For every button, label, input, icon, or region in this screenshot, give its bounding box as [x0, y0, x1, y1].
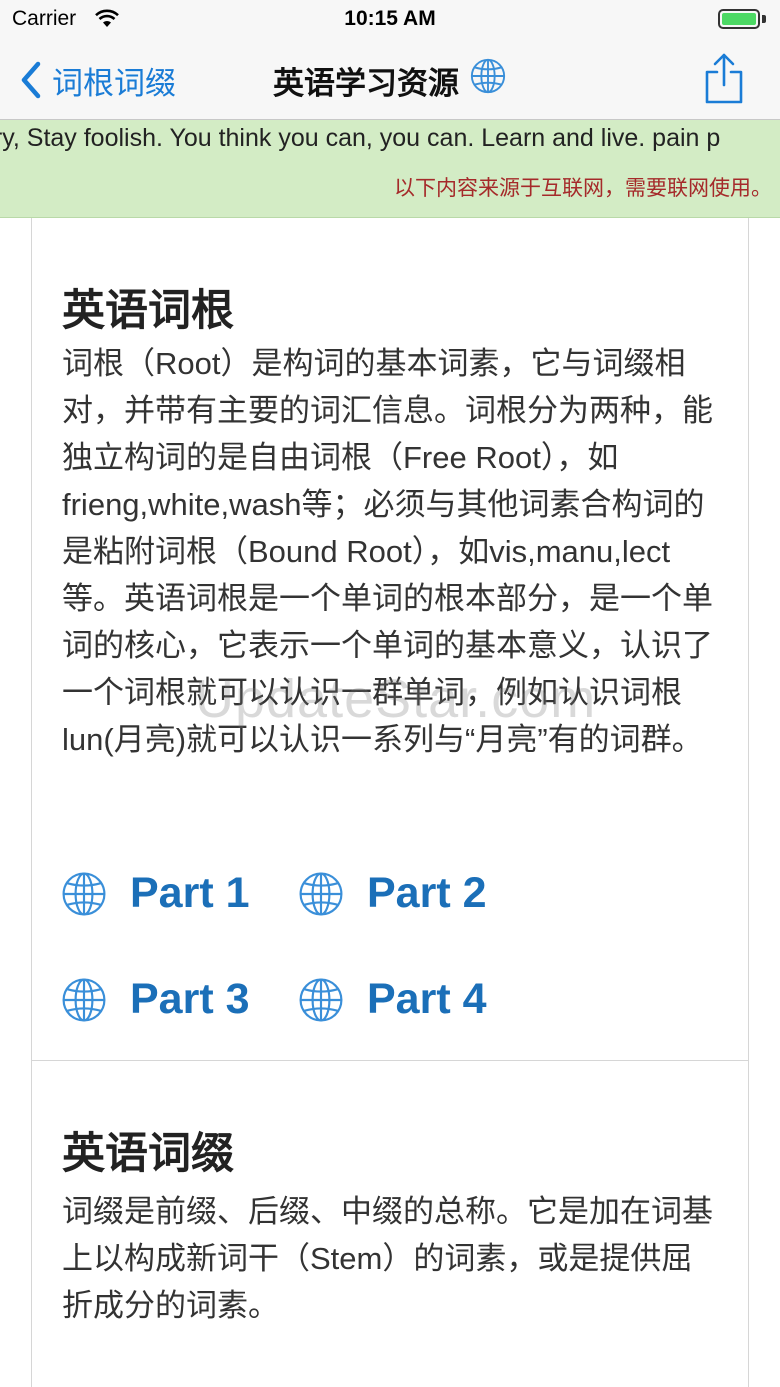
- globe-icon: [299, 978, 343, 1021]
- part-3-link[interactable]: Part 3: [60, 975, 250, 1024]
- battery-tip: [762, 15, 766, 23]
- section-title: 英语词根: [62, 287, 234, 335]
- battery-icon: [718, 9, 760, 29]
- status-bar: Carrier 10:15 AM: [0, 0, 780, 40]
- clock: 10:15 AM: [344, 7, 436, 30]
- section-title: 英语词缀: [62, 1130, 234, 1178]
- scrolling-quote: gry, Stay foolish. You think you can, yo…: [0, 124, 721, 152]
- internet-notice: 以下内容来源于互联网，需要联网使用。: [394, 177, 772, 200]
- globe-icon: [299, 872, 343, 915]
- globe-icon: [62, 872, 106, 915]
- globe-icon: [62, 978, 106, 1021]
- root-section-card: 英语词根 词根（Root）是构词的基本词素，它与词缀相对，并带有主要的词汇信息。…: [31, 218, 749, 1061]
- part-3-label: Part 3: [130, 975, 250, 1023]
- part-4-label: Part 4: [367, 975, 487, 1023]
- share-button[interactable]: [704, 52, 744, 109]
- info-banner: gry, Stay foolish. You think you can, yo…: [0, 120, 780, 218]
- part-1-label: Part 1: [130, 869, 250, 917]
- section-description: 词根（Root）是构词的基本词素，它与词缀相对，并带有主要的词汇信息。词根分为两…: [62, 346, 713, 757]
- part-2-label: Part 2: [367, 869, 487, 917]
- navigation-bar: 词根词缀 英语学习资源: [0, 40, 780, 120]
- share-icon: [705, 53, 743, 104]
- section-description: 词缀是前缀、后缀、中缀的总称。它是加在词基上以构成新词干（Stem）的词素，或是…: [62, 1194, 713, 1323]
- affix-section-card: 英语词缀 词缀是前缀、后缀、中缀的总称。它是加在词基上以构成新词干（Stem）的…: [31, 1061, 749, 1387]
- page-title-text: 英语学习资源: [273, 65, 459, 101]
- part-4-link[interactable]: Part 4: [297, 975, 487, 1024]
- page-title: 英语学习资源: [0, 58, 780, 102]
- part-1-link[interactable]: Part 1: [60, 869, 250, 918]
- globe-icon: [469, 57, 507, 103]
- part-2-link[interactable]: Part 2: [297, 869, 487, 918]
